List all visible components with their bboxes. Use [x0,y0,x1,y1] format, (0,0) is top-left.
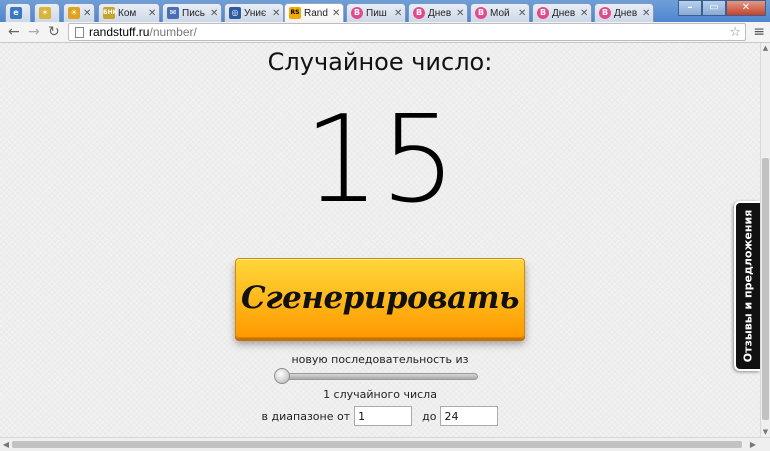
tab-8[interactable]: B Днев ✕ [408,3,468,22]
close-icon[interactable]: ✕ [518,8,526,19]
close-icon[interactable]: ✕ [456,8,464,19]
close-icon[interactable]: ✕ [148,8,156,19]
tab-2[interactable]: ☀ ✕ [63,3,95,22]
browser-toolbar: ← → ↻ randstuff.ru/number/ ☆ ≡ [0,22,770,43]
tab-title: Днев [428,7,452,19]
page-icon [75,26,84,38]
globe-icon: ◎ [229,7,241,19]
bookmark-star-icon[interactable]: ☆ [729,25,741,40]
count-slider-handle[interactable] [274,368,290,384]
random-number: 15 [303,91,457,230]
reload-icon[interactable]: ↻ [48,24,60,40]
close-icon[interactable]: ✕ [580,8,588,19]
horizontal-scroll-thumb[interactable] [12,441,742,448]
horizontal-scrollbar[interactable]: ◀ ▶ [0,437,770,451]
close-icon[interactable]: ✕ [210,8,218,19]
menu-icon[interactable]: ≡ [753,25,765,39]
tab-10[interactable]: B Днев ✕ [532,3,592,22]
doodle-icon: ✶ [39,7,51,19]
count-label: 1 случайного числа [323,388,437,401]
tab-title: Rand [304,7,328,19]
tab-randstuff[interactable]: RS Rand ✕ [284,3,344,22]
page-content: Случайное число: 15 Сгенерировать новую … [0,43,760,437]
generate-button-label: Сгенерировать [241,280,519,316]
url-host: randstuff.ru [89,25,150,39]
tab-9[interactable]: B Мой ✕ [470,3,530,22]
close-icon[interactable]: ✕ [642,8,650,19]
scroll-left-icon[interactable]: ◀ [1,439,11,450]
scroll-up-icon[interactable]: ▲ [761,43,770,53]
range-from-input[interactable] [354,406,413,426]
tab-1[interactable]: ✶ [34,3,60,22]
scroll-right-icon[interactable]: ▶ [748,439,758,450]
range-row: в диапазоне от до [0,406,760,426]
b-icon: B [351,7,363,19]
chrome-app-icon: e [10,7,22,19]
sequence-label: новую последовательность из [291,353,469,366]
tab-title: Пись [182,7,205,19]
b-icon: B [599,7,611,19]
page-title: Случайное число: [267,48,493,76]
vertical-scroll-thumb[interactable] [762,158,769,420]
b-icon: B [413,7,425,19]
vertical-scrollbar[interactable]: ▲ ▼ [760,43,770,437]
maximize-button[interactable]: ▭ [702,0,726,16]
scroll-down-icon[interactable]: ▼ [761,427,770,437]
range-to-input[interactable] [440,406,499,426]
close-icon[interactable]: ✕ [332,8,340,19]
close-window-button[interactable]: ✕ [726,0,766,16]
minimize-button[interactable]: – [678,0,702,16]
b-icon: B [537,7,549,19]
tab-7[interactable]: B Пиш ✕ [346,3,406,22]
tab-title: Униє [244,7,267,19]
b-icon: B [475,7,487,19]
forward-arrow-icon[interactable]: → [28,24,40,40]
tab-title: Пиш [366,7,387,19]
tab-title: Ком [118,7,137,19]
tab-4[interactable]: ✉ Пись ✕ [162,3,222,22]
address-bar[interactable]: randstuff.ru/number/ ☆ [68,23,746,41]
close-icon[interactable]: ✕ [83,8,91,19]
tab-0[interactable]: e [5,3,31,22]
count-slider-track[interactable] [275,373,478,380]
tab-title: Днев [552,7,576,19]
feedback-tab[interactable]: Отзывы и предложения [734,201,760,371]
mail-icon: ✉ [167,7,179,19]
window-controls: – ▭ ✕ [678,0,766,16]
back-arrow-icon[interactable]: ← [8,24,20,40]
range-from-label: в диапазоне от [261,409,351,423]
bnk-icon: БНК [103,7,118,19]
tab-5[interactable]: ◎ Униє ✕ [224,3,284,22]
rs-icon: RS [289,7,301,19]
close-icon[interactable]: ✕ [272,8,280,19]
generate-button[interactable]: Сгенерировать [235,258,525,338]
url-path: /number/ [149,25,197,39]
feedback-label: Отзывы и предложения [741,209,755,363]
tab-title: Мой [490,7,510,19]
close-icon[interactable]: ✕ [394,8,402,19]
tab-strip: e ✶ ☀ ✕ БНК Ком ✕ ✉ Пись ✕ ◎ Униє ✕ RS R… [0,0,770,22]
url-text: randstuff.ru/number/ [89,25,197,39]
range-to-label: до [422,409,437,423]
tab-title: Днев [614,7,638,19]
tab-11[interactable]: B Днев ✕ [594,3,654,22]
tab-3[interactable]: БНК Ком ✕ [98,3,160,22]
sun-icon: ☀ [68,7,80,19]
